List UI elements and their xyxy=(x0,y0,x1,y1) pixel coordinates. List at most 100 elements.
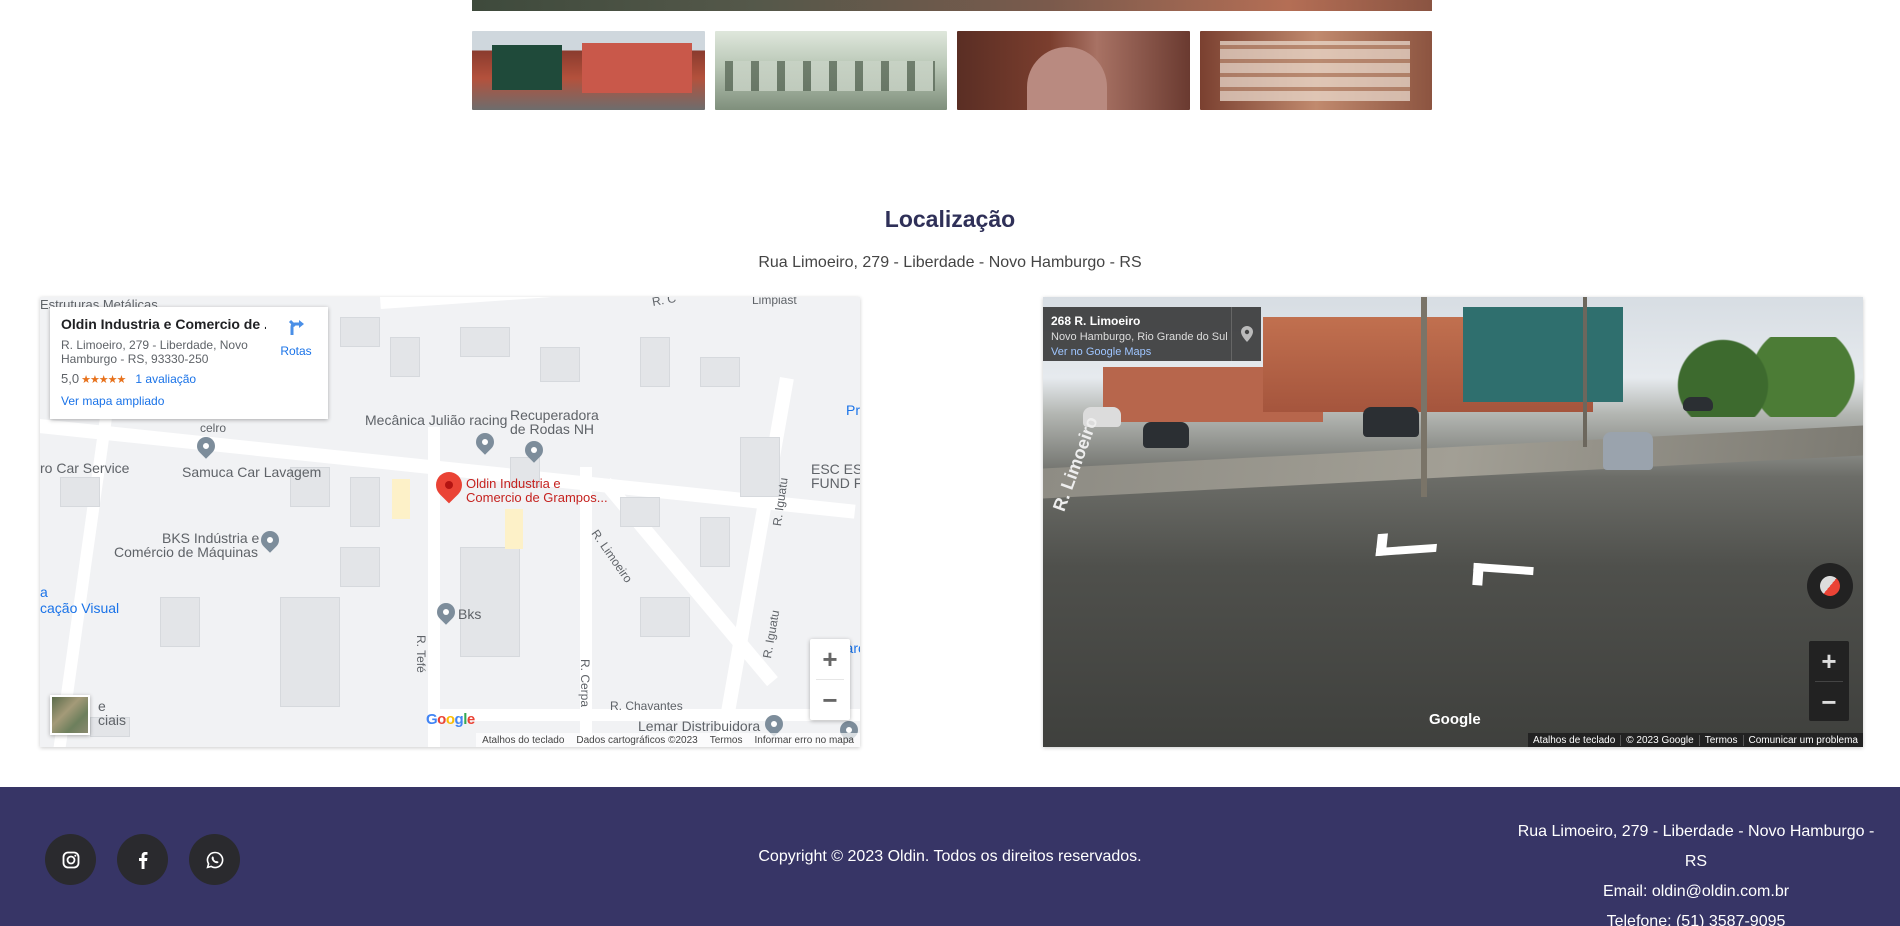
report-problem-link[interactable]: Comunicar um problema xyxy=(1742,734,1864,746)
map-building xyxy=(640,597,690,637)
keyboard-shortcuts-link[interactable]: Atalhos do teclado xyxy=(482,735,564,746)
contact-info: Rua Limoeiro, 279 - Liberdade - Novo Ham… xyxy=(1506,817,1886,926)
map-label-r-cerpa: R. Cerpa xyxy=(578,659,592,708)
site-footer: Copyright © 2023 Oldin. Todos os direito… xyxy=(0,787,1900,926)
map-label-esc-2: FUND FROF xyxy=(811,475,860,491)
map-label-top-cut: celro xyxy=(200,421,227,435)
sv-building-door xyxy=(1463,307,1623,402)
place-info-card: Oldin Industria e Comercio de ... R. Lim… xyxy=(50,307,328,419)
map-building xyxy=(640,337,670,387)
map-road xyxy=(428,427,440,747)
map-pin-icon[interactable] xyxy=(1231,307,1261,361)
report-error-link[interactable]: Informar erro no mapa xyxy=(755,735,855,746)
map-lot-highlight xyxy=(392,479,410,519)
gallery-thumbnail[interactable] xyxy=(1199,31,1432,110)
zoom-in-button[interactable]: + xyxy=(810,639,850,679)
place-name: Oldin Industria e Comercio de ... xyxy=(61,316,266,332)
zoom-out-button[interactable]: − xyxy=(1809,682,1849,722)
map-building xyxy=(390,337,420,377)
sv-car xyxy=(1603,432,1653,470)
copyright-label: © 2023 Google xyxy=(1620,734,1698,746)
compass-icon[interactable] xyxy=(1807,563,1853,609)
map-label-pr: Pr xyxy=(846,402,860,418)
map-label-ciais: ciais xyxy=(98,712,127,728)
map-lot-highlight xyxy=(505,509,523,549)
terms-link[interactable]: Termos xyxy=(1698,734,1743,746)
map-road xyxy=(40,419,856,519)
satellite-layer-toggle[interactable] xyxy=(50,695,90,735)
gallery-thumbnail[interactable] xyxy=(957,31,1190,110)
gallery-thumbnail[interactable] xyxy=(472,31,705,110)
map-building xyxy=(460,547,520,657)
map-building xyxy=(700,517,730,567)
page: Localização Rua Limoeiro, 279 - Liberdad… xyxy=(0,0,1900,926)
map-building xyxy=(620,497,660,527)
map-building xyxy=(60,477,100,507)
zoom-in-button[interactable]: + xyxy=(1809,641,1849,681)
map-label-r-chavantes: R. Chavantes xyxy=(610,699,683,713)
footer-address: Rua Limoeiro, 279 - Liberdade - Novo Ham… xyxy=(1517,823,1875,870)
google-logo: Google xyxy=(1429,711,1481,728)
map-pin-icon[interactable] xyxy=(472,429,498,455)
view-in-google-maps-link[interactable]: Ver no Google Maps xyxy=(1051,346,1253,358)
map-building xyxy=(340,317,380,347)
rating-value: 5,0 xyxy=(61,371,80,386)
gallery-main-image[interactable] xyxy=(472,0,1432,11)
map-building xyxy=(700,357,740,387)
rating-stars-icon: ★★★★★ xyxy=(81,374,126,386)
google-map[interactable]: Estruturas Metálicas R. C Limpiast Pr ce… xyxy=(40,297,860,747)
map-building xyxy=(540,347,580,382)
directions-label: Rotas xyxy=(280,344,312,358)
place-address: R. Limoeiro, 279 - Liberdade, Novo Hambu… xyxy=(61,338,248,366)
sv-pole xyxy=(1421,297,1427,497)
map-zoom-control: + − xyxy=(810,639,850,720)
map-label-r-limoeiro: R. Limoeiro xyxy=(588,527,636,586)
map-label-bks-2: Comércio de Máquinas xyxy=(114,544,258,560)
street-view-title: 268 R. Limoeiro xyxy=(1051,314,1141,328)
map-label-limpiast: Limpiast xyxy=(752,297,797,307)
footer-email[interactable]: Email: oldin@oldin.com.br xyxy=(1506,877,1886,907)
location-marker-label[interactable]: Oldin Industria e Comercio de Grampos... xyxy=(466,477,608,505)
map-label-lemar: Lemar Distribuidora xyxy=(638,718,761,734)
terms-link[interactable]: Termos xyxy=(710,735,743,746)
map-building xyxy=(740,437,780,497)
navigate-arrow-icon[interactable] xyxy=(1472,562,1534,590)
location-address: Rua Limoeiro, 279 - Liberdade - Novo Ham… xyxy=(758,254,1142,271)
location-marker-label-line-2: Comercio de Grampos... xyxy=(466,490,608,505)
street-view-panorama[interactable]: R. Limoeiro 268 R. Limoeiro Novo Hamburg… xyxy=(1043,297,1863,747)
sv-car xyxy=(1683,397,1713,411)
map-pin-icon[interactable] xyxy=(257,527,283,553)
gallery-thumbnail[interactable] xyxy=(714,31,947,110)
place-rating: 5,0 ★★★★★ 1 avaliação xyxy=(61,371,317,386)
map-building xyxy=(340,547,380,587)
map-label-r-tefe: R. Tefé xyxy=(414,635,428,673)
map-label-r-iguatu: R. Iguatu xyxy=(760,609,783,660)
map-label-mecanica: Mecânica Julião racing xyxy=(365,412,508,428)
navigate-arrow-icon[interactable] xyxy=(1375,529,1439,557)
gallery-thumbnails xyxy=(472,31,1432,110)
map-building xyxy=(160,597,200,647)
map-attribution-bar: Atalhos do teclado Dados cartográficos ©… xyxy=(476,733,860,747)
sv-pole xyxy=(1583,297,1587,447)
street-view-info-box: 268 R. Limoeiro Novo Hamburgo, Rio Grand… xyxy=(1043,307,1261,361)
map-building xyxy=(350,477,380,527)
directions-button[interactable]: Rotas xyxy=(276,317,316,358)
footer-phone[interactable]: Telefone: (51) 3587-9095 xyxy=(1506,907,1886,926)
street-view-subtitle: Novo Hamburgo, Rio Grande do Sul xyxy=(1051,331,1228,343)
map-label-recuperadora-2: de Rodas NH xyxy=(510,421,595,437)
street-view-zoom-control: + − xyxy=(1809,641,1849,721)
zoom-out-button[interactable]: − xyxy=(810,680,850,720)
directions-icon xyxy=(288,319,304,335)
map-label-car-service: ro Car Service xyxy=(40,460,130,476)
view-larger-map-link[interactable]: Ver mapa ampliado xyxy=(61,394,317,408)
street-view-attribution-bar: Atalhos de teclado © 2023 Google Termos … xyxy=(1528,733,1863,747)
reviews-link[interactable]: 1 avaliação xyxy=(135,372,196,386)
map-label-a: a xyxy=(40,584,48,600)
location-marker-label-line-1: Oldin Industria e xyxy=(466,476,561,491)
google-logo: Google xyxy=(426,711,475,728)
location-title: Localização xyxy=(884,206,1016,232)
map-label-visual: cação Visual xyxy=(40,600,120,616)
map-data-label: Dados cartográficos ©2023 xyxy=(576,734,698,746)
keyboard-shortcuts-link[interactable]: Atalhos de teclado xyxy=(1528,735,1620,746)
map-label-road-top: R. C xyxy=(650,297,678,309)
